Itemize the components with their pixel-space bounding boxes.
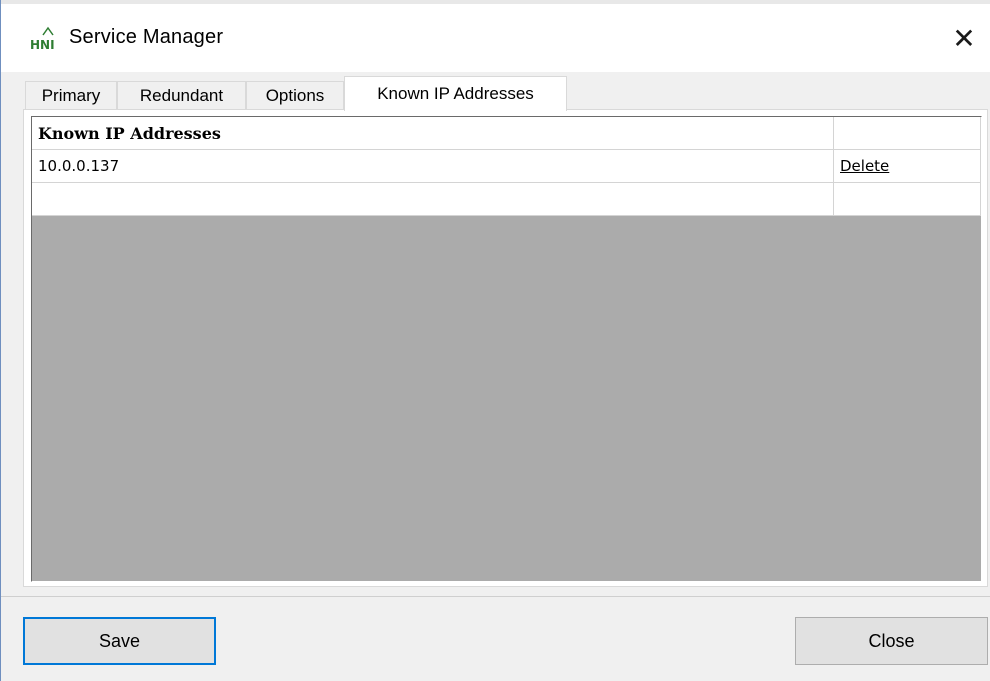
tab-redundant-label: Redundant bbox=[139, 86, 224, 105]
known-ip-grid[interactable]: Known IP Addresses 10.0.0.137 Delete bbox=[31, 116, 982, 582]
save-button-label: Save bbox=[98, 630, 141, 651]
delete-link[interactable]: Delete bbox=[840, 157, 889, 175]
close-button[interactable]: Close bbox=[795, 617, 988, 665]
tab-known-ip-addresses-label: Known IP Addresses bbox=[377, 84, 534, 103]
new-action-cell[interactable] bbox=[834, 183, 981, 216]
column-header-action[interactable] bbox=[834, 117, 981, 150]
tab-options-label: Options bbox=[265, 86, 325, 105]
new-entry-row[interactable] bbox=[32, 183, 981, 216]
column-header-known-ip-addresses[interactable]: Known IP Addresses bbox=[32, 117, 834, 150]
new-ip-address-cell[interactable] bbox=[32, 183, 834, 216]
close-window-icon[interactable]: ✕ bbox=[942, 18, 986, 58]
tab-known-ip-addresses[interactable]: Known IP Addresses bbox=[344, 76, 567, 111]
service-manager-window: HNI Service Manager ✕ Primary Redundant … bbox=[0, 0, 990, 681]
table-row[interactable]: 10.0.0.137 Delete bbox=[32, 150, 981, 183]
close-button-label: Close bbox=[868, 630, 915, 651]
tab-redundant[interactable]: Redundant bbox=[117, 81, 246, 110]
tab-options[interactable]: Options bbox=[246, 81, 344, 110]
window-title: Service Manager bbox=[69, 26, 224, 48]
app-logo-icon: HNI bbox=[29, 26, 61, 52]
tab-primary-label: Primary bbox=[41, 86, 101, 105]
grid-header-row: Known IP Addresses bbox=[32, 117, 981, 150]
title-bar[interactable]: HNI Service Manager ✕ bbox=[1, 0, 990, 72]
ip-address-cell[interactable]: 10.0.0.137 bbox=[32, 150, 834, 183]
delete-cell: Delete bbox=[834, 150, 981, 183]
footer-divider bbox=[1, 596, 990, 597]
tab-panel-known-ip-addresses: Known IP Addresses 10.0.0.137 Delete bbox=[23, 109, 988, 587]
save-button[interactable]: Save bbox=[23, 617, 216, 665]
app-logo-text: HNI bbox=[30, 38, 55, 52]
tab-primary[interactable]: Primary bbox=[25, 81, 117, 110]
